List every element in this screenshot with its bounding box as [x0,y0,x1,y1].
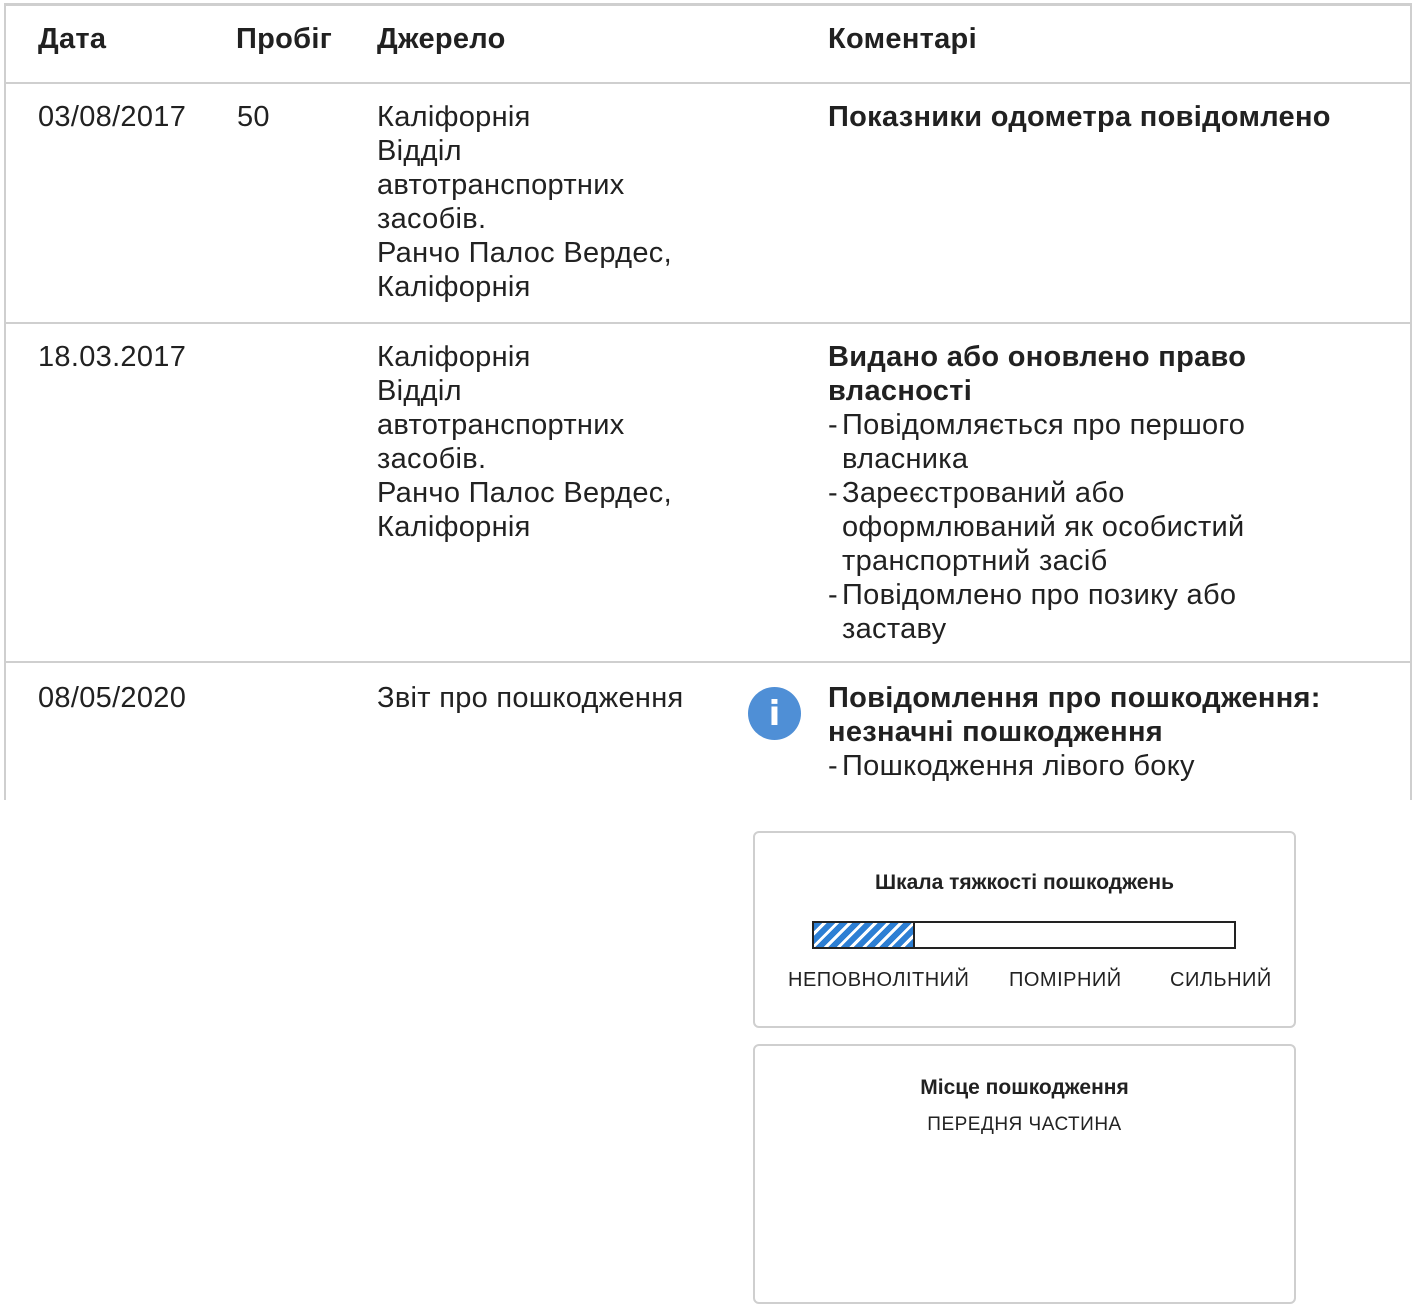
row-2-comment-items: Повідомляється про першоговласникаЗареєс… [828,408,1246,646]
severity-label-moderate: ПОМІРНИЙ [1009,969,1122,991]
damage-location-title: Місце пошкодження [920,1076,1129,1099]
row-divider [4,661,1412,663]
comment-item: Повідомлено про позику абозаставу [828,578,1246,646]
text-line: Ранчо Палос Вердес, [377,237,672,269]
header-mileage: Пробіг [236,23,333,55]
text-line: Пошкодження лівого боку [842,750,1195,782]
row-3-comment-items: Пошкодження лівого боку [828,749,1321,783]
text-line: засобів. [377,203,487,235]
damage-location-card: Місце пошкодження ПЕРЕДНЯ ЧАСТИНА [753,1044,1296,1304]
row-divider [4,322,1412,324]
text-line: Показники одометра повідомлено [828,101,1331,133]
damage-location-value: ПЕРЕДНЯ ЧАСТИНА [927,1114,1122,1135]
text-line: Ранчо Палос Вердес, [377,477,672,509]
text-line: Відділ [377,135,462,167]
table-border-fade-right [1410,800,1418,1300]
severity-scale-fill [814,923,915,947]
row-1-mileage: 50 [237,101,270,133]
header-comments: Коментарі [828,23,977,55]
row-1-source: Каліфорнія Відділ автотранспортних засобів.… [377,100,672,304]
row-3-comments: Повідомлення про пошкодження: незначні по… [828,681,1321,783]
header-source: Джерело [377,23,506,55]
header-date: Дата [38,23,107,55]
row-1-comment-title: Показники одометра повідомлено [828,100,1331,134]
text-line: засобів. [377,443,487,475]
text-line: Відділ [377,375,462,407]
text-line: Каліфорнія [377,271,531,303]
text-line: власності [828,375,973,407]
text-line: незначні пошкодження [828,716,1163,748]
text-line: Каліфорнія [377,341,531,373]
row-3-source: Звіт про пошкодження [377,681,684,715]
severity-scale-title: Шкала тяжкості пошкоджень [874,871,1174,894]
table-border-fade-left [0,800,8,1300]
severity-scale-track [812,921,1236,949]
text-line: автотранспортних [377,169,625,201]
row-2-date: 18.03.2017 [38,341,187,373]
text-line: транспортний засіб [842,545,1108,577]
severity-scale-card: Шкала тяжкості пошкоджень НЕПОВНОЛІТНИЙ … [753,831,1296,1028]
text-line: Каліфорнія [377,511,531,543]
text-line: Видано або оновлено право [828,341,1247,373]
text-line: автотранспортних [377,409,625,441]
row-3-date: 08/05/2020 [38,682,187,714]
text-line: оформлюваний як особистий [842,511,1245,543]
header-divider [4,82,1412,84]
text-line: Повідомляється про першого [842,409,1246,441]
row-2-source: Каліфорнія Відділ автотранспортних засобів.… [377,340,672,544]
row-2-comments: Видано або оновлено правовласності Повід… [828,340,1246,646]
comment-item: Повідомляється про першоговласника [828,408,1246,476]
severity-label-severe: СИЛЬНИЙ [1170,969,1272,991]
info-icon[interactable]: i [748,687,801,740]
comment-item: Пошкодження лівого боку [828,749,1321,783]
row-1-date: 03/08/2017 [38,101,187,133]
comment-item: Зареєстрований абооформлюваний як особис… [828,476,1246,578]
text-line: Зареєстрований або [842,477,1125,509]
text-line: Каліфорнія [377,101,531,133]
text-line: власника [842,443,969,475]
text-line: Звіт про пошкодження [377,682,684,714]
text-line: Повідомлення про пошкодження: [828,682,1321,714]
text-line: заставу [842,613,947,645]
row-2-comment-title: Видано або оновлено право власності [828,340,1246,408]
text-line: Повідомлено про позику або [842,579,1237,611]
row-3-comment-title: Повідомлення про пошкодження: незначні по… [828,681,1321,749]
severity-label-minor: НЕПОВНОЛІТНИЙ [788,969,970,991]
